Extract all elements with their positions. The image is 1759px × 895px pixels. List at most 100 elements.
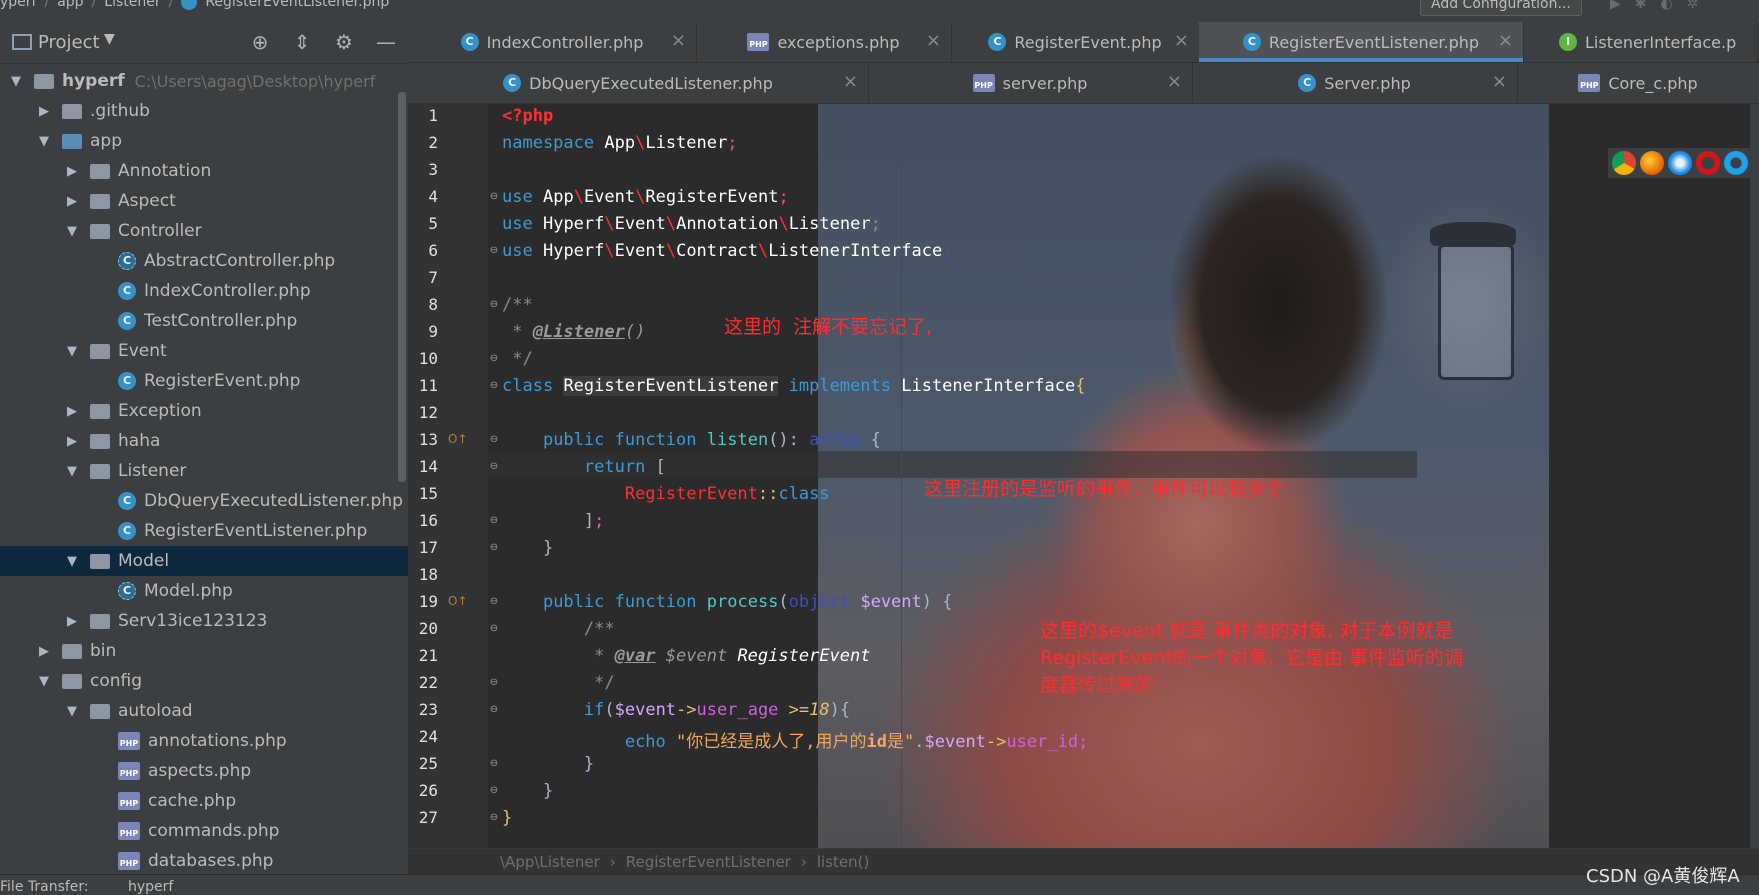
file-transfer-label[interactable]: File Transfer: bbox=[0, 879, 89, 895]
coverage-icon[interactable]: ◐ bbox=[1661, 0, 1673, 12]
tree-item[interactable]: ▼ app bbox=[0, 126, 408, 156]
editor-scrollbar[interactable] bbox=[1750, 104, 1759, 848]
chevron-right-icon[interactable]: ▶ bbox=[64, 164, 80, 179]
chevron-down-icon[interactable]: ▼ bbox=[8, 74, 24, 89]
tree-item[interactable]: ▼ Model bbox=[0, 546, 408, 576]
close-icon[interactable]: × bbox=[843, 73, 858, 91]
safari-icon[interactable] bbox=[1668, 151, 1692, 175]
tab-registerevent[interactable]: C RegisterEvent.php × bbox=[951, 22, 1200, 62]
tree-item[interactable]: ▼ Controller bbox=[0, 216, 408, 246]
fold-marker-icon[interactable]: ⊖ bbox=[488, 623, 500, 634]
tree-item[interactable]: PHP cache.php bbox=[0, 786, 408, 816]
tree-item[interactable]: ▼ config bbox=[0, 666, 408, 696]
breadcrumb-class[interactable]: RegisterEventListener bbox=[626, 853, 791, 871]
tree-item[interactable]: ▼ Listener bbox=[0, 456, 408, 486]
chevron-down-icon[interactable]: ▼ bbox=[64, 704, 80, 719]
add-configuration-button[interactable]: Add Configuration... bbox=[1420, 0, 1582, 16]
ie-icon[interactable] bbox=[1724, 151, 1748, 175]
chevron-right-icon[interactable]: ▶ bbox=[64, 404, 80, 419]
tree-item[interactable]: ▶ bin bbox=[0, 636, 408, 666]
breadcrumb-method[interactable]: listen() bbox=[817, 853, 869, 871]
chevron-down-icon[interactable]: ▼ bbox=[64, 554, 80, 569]
chevron-right-icon[interactable]: ▶ bbox=[64, 434, 80, 449]
fold-marker-icon[interactable]: ⊖ bbox=[488, 542, 500, 553]
tree-item[interactable]: C DbQueryExecutedListener.php bbox=[0, 486, 408, 516]
fold-marker-icon[interactable]: ⊖ bbox=[488, 353, 500, 364]
tab-indexcontroller[interactable]: C IndexController.php × bbox=[408, 22, 697, 62]
fold-marker-icon[interactable]: ⊖ bbox=[488, 380, 500, 391]
project-panel-title[interactable]: Project bbox=[38, 32, 100, 53]
firefox-icon[interactable] bbox=[1640, 151, 1664, 175]
nav-crumb-listener[interactable]: Listener bbox=[104, 0, 160, 10]
close-icon[interactable]: × bbox=[1174, 32, 1189, 50]
chevron-down-icon[interactable]: ▼ bbox=[36, 674, 52, 689]
fold-marker-icon[interactable]: ⊖ bbox=[488, 758, 500, 769]
fold-marker-icon[interactable]: ⊖ bbox=[488, 704, 500, 715]
tab-core-c[interactable]: PHP Core_c.php bbox=[1517, 63, 1759, 103]
tree-item[interactable]: ▶ haha bbox=[0, 426, 408, 456]
implements-method-icon[interactable]: O↑ bbox=[448, 594, 468, 608]
chevron-right-icon[interactable]: ▶ bbox=[64, 614, 80, 629]
nav-crumb-file[interactable]: RegisterEventListener.php bbox=[205, 0, 389, 10]
opera-icon[interactable] bbox=[1696, 151, 1720, 175]
tab-server-lower[interactable]: PHP server.php × bbox=[868, 63, 1193, 103]
debug-icon[interactable]: ✱ bbox=[1635, 0, 1647, 12]
fold-marker-icon[interactable]: ⊖ bbox=[488, 515, 500, 526]
nav-crumb-project[interactable]: yperf bbox=[0, 0, 36, 10]
fold-marker-icon[interactable]: ⊖ bbox=[488, 299, 500, 310]
fold-marker-icon[interactable]: ⊖ bbox=[488, 596, 500, 607]
tab-dbqueryexecutedlistener[interactable]: C DbQueryExecutedListener.php × bbox=[408, 63, 869, 103]
tree-item[interactable]: ▶ Serv13ice123123 bbox=[0, 606, 408, 636]
tab-server[interactable]: C Server.php × bbox=[1192, 63, 1518, 103]
implements-method-icon[interactable]: O↑ bbox=[448, 432, 468, 446]
tree-item[interactable]: ▶ .github bbox=[0, 96, 408, 126]
tree-scrollbar[interactable] bbox=[398, 92, 406, 482]
tree-item[interactable]: C RegisterEvent.php bbox=[0, 366, 408, 396]
tree-item[interactable]: ▶ Exception bbox=[0, 396, 408, 426]
breadcrumb-namespace[interactable]: \App\Listener bbox=[500, 853, 600, 871]
minimize-icon[interactable]: — bbox=[374, 30, 398, 54]
chevron-right-icon[interactable]: ▶ bbox=[64, 194, 80, 209]
tree-item[interactable]: C Model.php bbox=[0, 576, 408, 606]
chevron-down-icon[interactable]: ▼ bbox=[64, 344, 80, 359]
tree-item[interactable]: ▼ autoload bbox=[0, 696, 408, 726]
tree-item[interactable]: C RegisterEventListener.php bbox=[0, 516, 408, 546]
chevron-down-icon[interactable]: ▼ bbox=[36, 134, 52, 149]
tab-registereventlistener[interactable]: C RegisterEventListener.php × bbox=[1199, 22, 1524, 62]
tree-item[interactable]: PHP databases.php bbox=[0, 846, 408, 874]
nav-crumb-app[interactable]: app bbox=[57, 0, 83, 10]
tree-item[interactable]: ▼ hyperf C:\Users\agag\Desktop\hyperf bbox=[0, 66, 408, 96]
code-editor[interactable]: <?php namespace App\Listener; use App\Ev… bbox=[408, 104, 1759, 848]
gear-icon[interactable]: ⚙ bbox=[332, 30, 356, 54]
chrome-icon[interactable] bbox=[1612, 151, 1636, 175]
run-icon[interactable]: ▶ bbox=[1610, 0, 1621, 12]
fold-marker-icon[interactable]: ⊖ bbox=[488, 245, 500, 256]
fold-marker-icon[interactable]: ⊖ bbox=[488, 191, 500, 202]
fold-marker-icon[interactable]: ⊖ bbox=[488, 812, 500, 823]
fold-marker-icon[interactable]: ⊖ bbox=[488, 434, 500, 445]
chevron-right-icon[interactable]: ▶ bbox=[36, 644, 52, 659]
chevron-down-icon[interactable]: ▼ bbox=[104, 31, 115, 47]
close-icon[interactable]: × bbox=[1492, 73, 1507, 91]
file-transfer-value[interactable]: hyperf bbox=[128, 879, 173, 895]
bug-icon[interactable]: ✲ bbox=[1687, 0, 1699, 12]
tree-item[interactable]: ▼ Event bbox=[0, 336, 408, 366]
chevron-down-icon[interactable]: ▼ bbox=[64, 224, 80, 239]
chevron-down-icon[interactable]: ▼ bbox=[64, 464, 80, 479]
collapse-all-icon[interactable]: ⇕ bbox=[290, 30, 314, 54]
close-icon[interactable]: × bbox=[926, 32, 941, 50]
tree-item[interactable]: C IndexController.php bbox=[0, 276, 408, 306]
tree-item[interactable]: ▶ Aspect bbox=[0, 186, 408, 216]
tree-item[interactable]: C AbstractController.php bbox=[0, 246, 408, 276]
locate-icon[interactable]: ⊕ bbox=[248, 30, 272, 54]
tree-item[interactable]: ▶ Annotation bbox=[0, 156, 408, 186]
tree-item[interactable]: PHP aspects.php bbox=[0, 756, 408, 786]
tab-listenerinterface[interactable]: I ListenerInterface.p bbox=[1523, 22, 1759, 62]
tree-item[interactable]: PHP commands.php bbox=[0, 816, 408, 846]
close-icon[interactable]: × bbox=[1498, 32, 1513, 50]
tree-item[interactable]: PHP annotations.php bbox=[0, 726, 408, 756]
tab-exceptions[interactable]: PHP exceptions.php × bbox=[696, 22, 952, 62]
tree-item[interactable]: C TestController.php bbox=[0, 306, 408, 336]
close-icon[interactable]: × bbox=[1167, 73, 1182, 91]
fold-marker-icon[interactable]: ⊖ bbox=[488, 461, 500, 472]
